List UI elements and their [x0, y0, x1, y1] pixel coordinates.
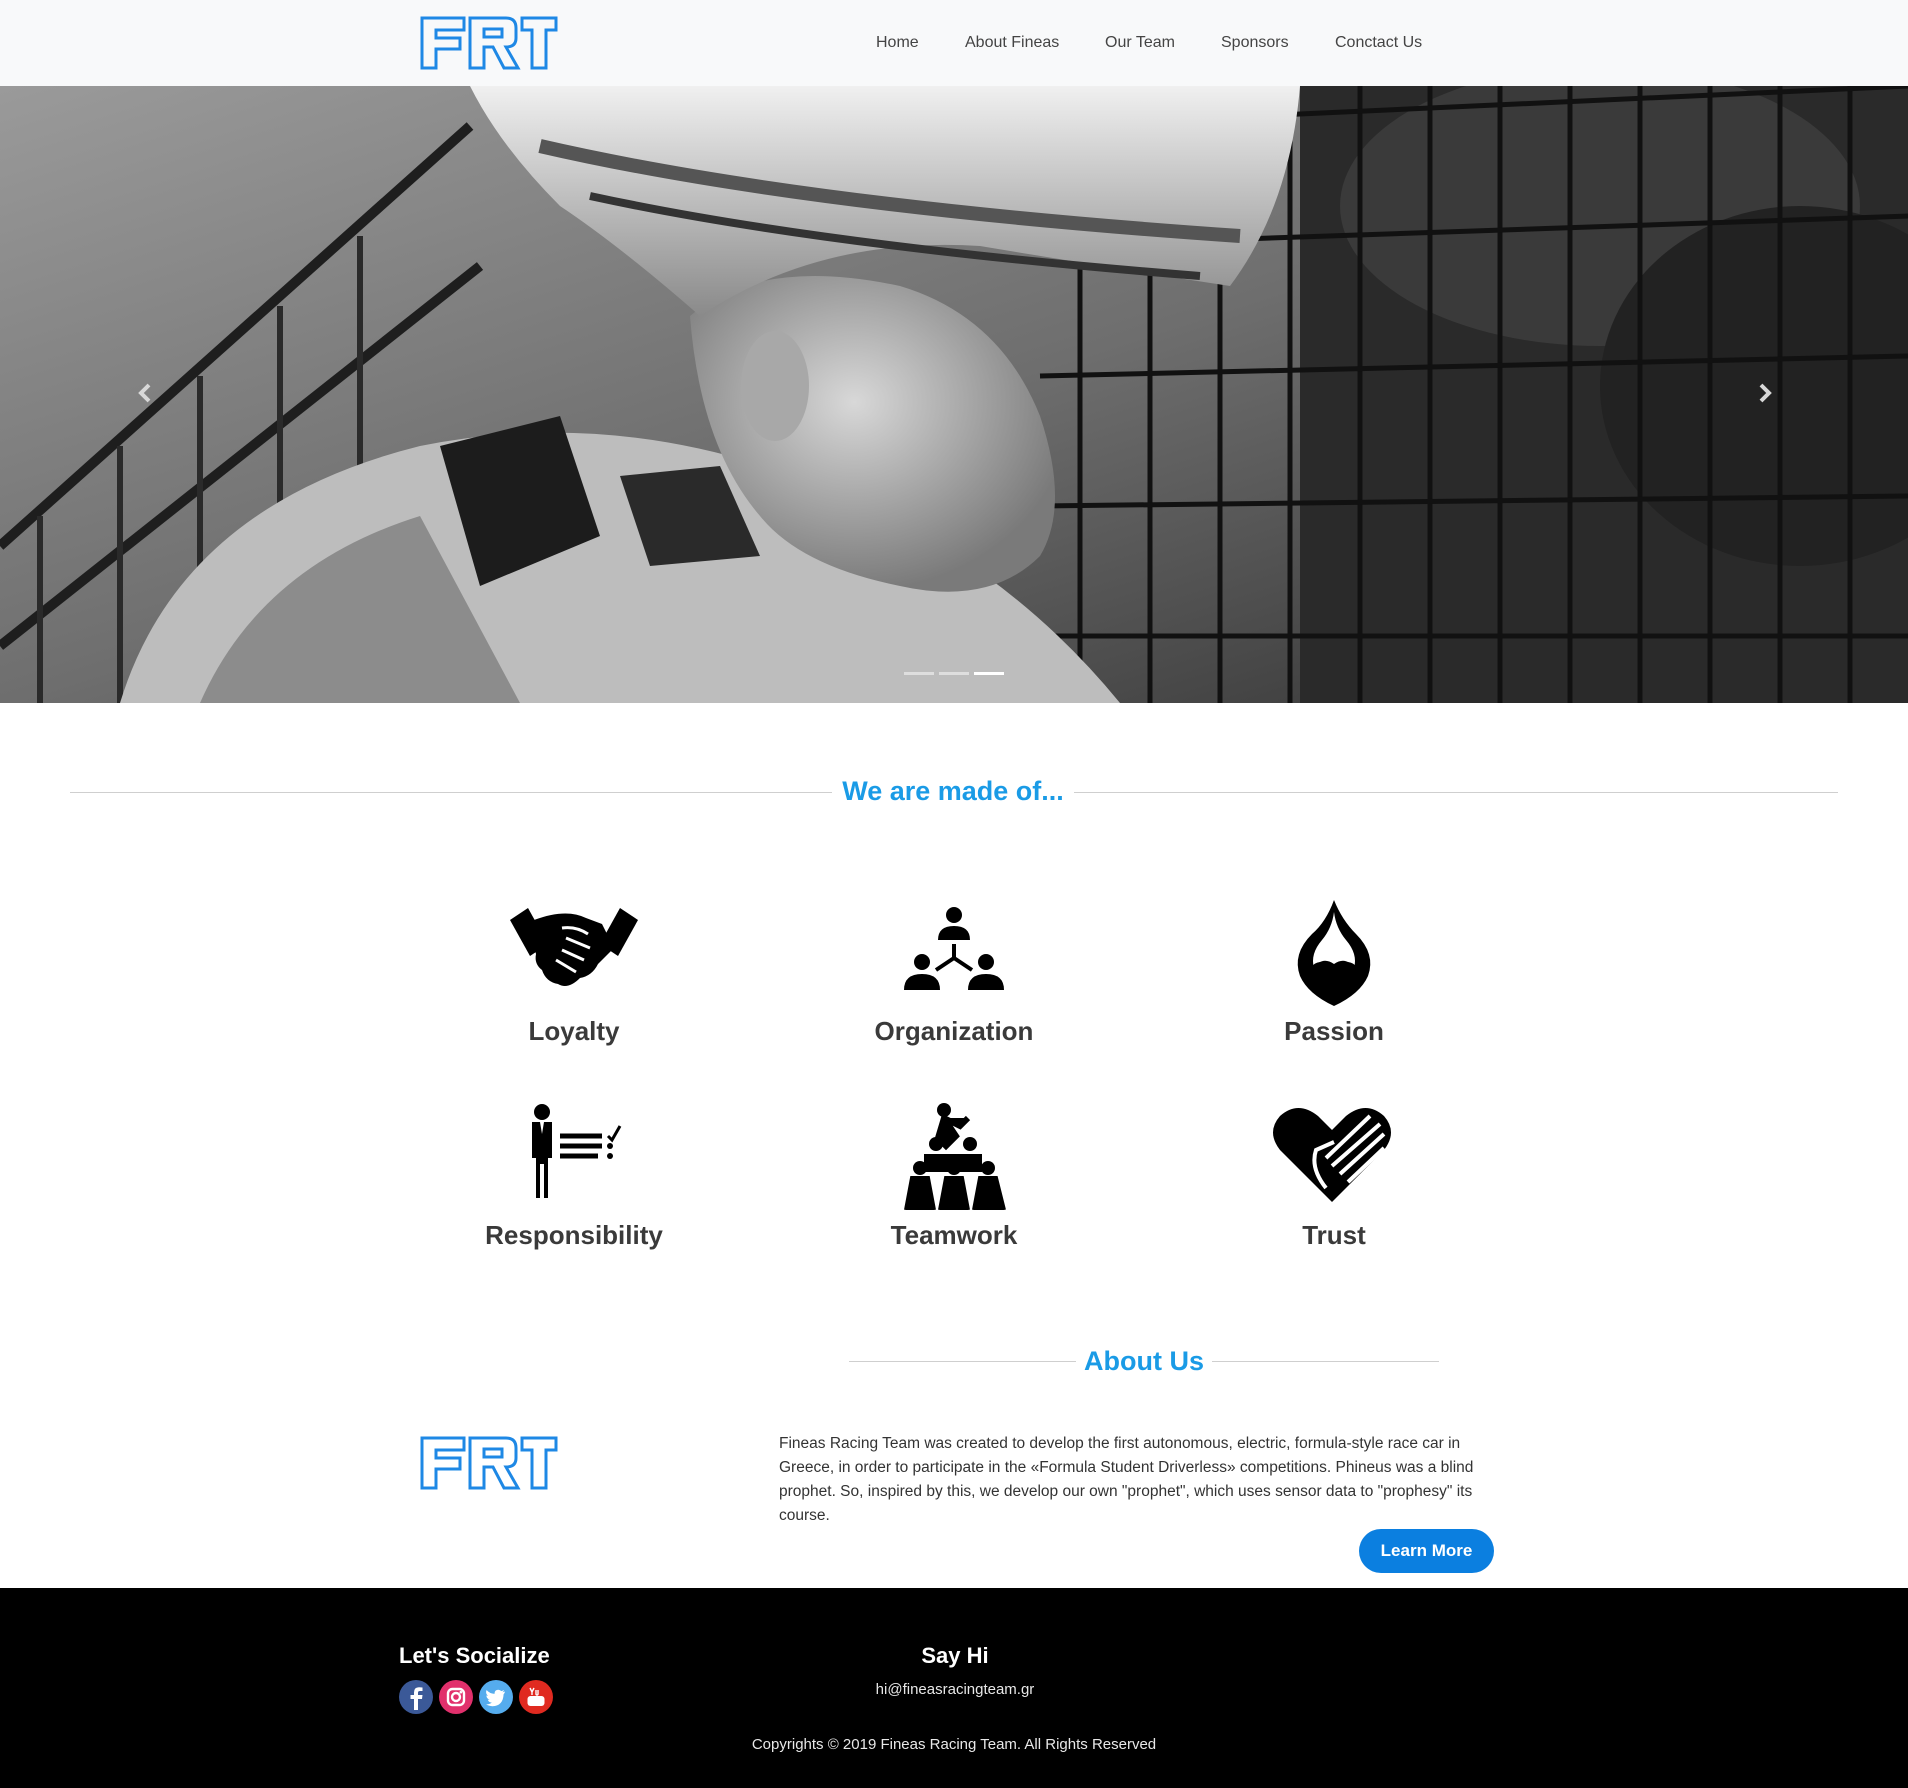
value-loyalty: Loyalty	[424, 898, 724, 1046]
carousel-indicator-2[interactable]	[939, 672, 969, 675]
learn-more-button[interactable]: Learn More	[1359, 1529, 1494, 1573]
value-trust: Trust	[1184, 1102, 1484, 1250]
hero-carousel	[0, 86, 1908, 703]
nav-contact-us[interactable]: Conctact Us	[1335, 32, 1422, 54]
person-checklist-icon	[532, 1104, 622, 1198]
navbar: Home About Fineas Our Team Sponsors Conc…	[0, 0, 1908, 86]
value-passion: Passion	[1184, 898, 1484, 1046]
section-divider-right	[1074, 792, 1838, 793]
say-hi-title: Say Hi	[921, 1643, 989, 1668]
value-organization: Organization	[804, 898, 1104, 1046]
about-title: About Us	[1084, 1346, 1204, 1376]
value-teamwork: Teamwork	[804, 1102, 1104, 1250]
nav-home[interactable]: Home	[876, 32, 919, 54]
value-responsibility: Responsibility	[424, 1102, 724, 1250]
value-label: Passion	[1284, 1016, 1384, 1046]
value-label: Organization	[874, 1016, 1034, 1046]
value-label: Loyalty	[528, 1016, 620, 1046]
nav-sponsors[interactable]: Sponsors	[1221, 32, 1289, 54]
footer: Let's Socialize Say Hi hi@fineasracingte…	[0, 1588, 1908, 1788]
heart-hand-icon	[1273, 1108, 1391, 1202]
value-label: Teamwork	[890, 1220, 1018, 1250]
contact-email[interactable]: hi@fineasracingteam.gr	[820, 1681, 1090, 1698]
instagram-icon[interactable]	[439, 1680, 473, 1714]
value-label: Responsibility	[485, 1220, 663, 1250]
carousel-prev-button[interactable]	[125, 373, 165, 413]
value-label: Trust	[1302, 1220, 1366, 1250]
section-divider-left	[70, 792, 832, 793]
main-nav: Home About Fineas Our Team Sponsors Conc…	[0, 0, 1908, 86]
twitter-icon[interactable]	[479, 1680, 513, 1714]
flaming-heart-icon	[1297, 900, 1371, 1006]
carousel-indicator-3[interactable]	[974, 672, 1004, 675]
carousel-indicator-1[interactable]	[904, 672, 934, 675]
nav-about-fineas[interactable]: About Fineas	[965, 32, 1059, 54]
youtube-icon[interactable]	[519, 1680, 553, 1714]
org-chart-icon	[904, 907, 1004, 990]
copyright: Copyrights © 2019 Fineas Racing Team. Al…	[751, 1736, 1157, 1753]
carousel-indicators	[904, 672, 1004, 676]
nav-our-team[interactable]: Our Team	[1105, 32, 1175, 54]
socialize-title: Let's Socialize	[399, 1643, 550, 1668]
hero-photo	[0, 86, 1908, 703]
human-pyramid-icon	[904, 1103, 1006, 1210]
carousel-next-button[interactable]	[1745, 373, 1785, 413]
about-divider-left	[849, 1361, 1076, 1362]
facebook-icon[interactable]	[399, 1680, 433, 1714]
about-divider-right	[1212, 1361, 1439, 1362]
frt-logo	[420, 1436, 558, 1490]
values-title: We are made of...	[842, 776, 1064, 806]
handshake-icon	[510, 908, 638, 986]
about-text: Fineas Racing Team was created to develo…	[779, 1435, 1474, 1524]
